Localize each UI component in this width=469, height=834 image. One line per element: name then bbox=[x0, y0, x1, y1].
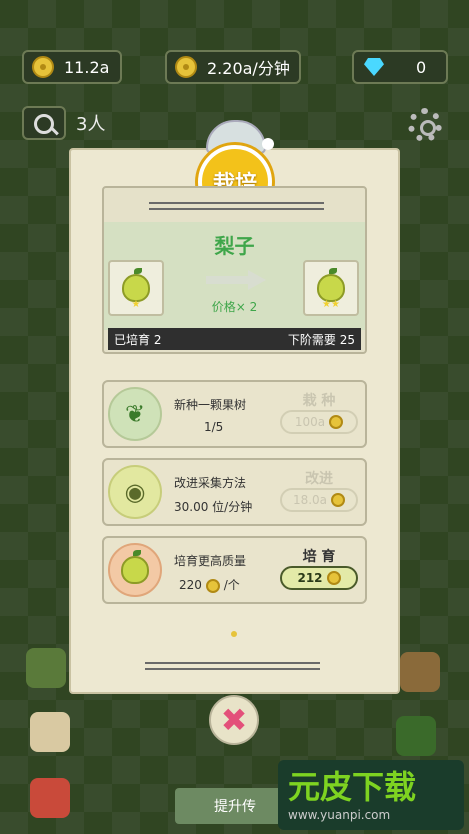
cultivate-quality-row: 培育更高质量 220 /个 培 育 212 bbox=[102, 536, 367, 604]
close-icon: ✖ bbox=[220, 701, 248, 739]
next-stage-need: 下阶需要 25 bbox=[287, 332, 355, 347]
coin-counter: 11.2a bbox=[22, 50, 122, 84]
sign-icon[interactable] bbox=[400, 652, 440, 692]
gear-icon[interactable] bbox=[408, 108, 442, 142]
quality-unit: /个 bbox=[223, 578, 240, 592]
coin-value: 11.2a bbox=[64, 57, 110, 77]
cultivate-action-label: 培 育 bbox=[302, 549, 336, 565]
shovel-icon[interactable] bbox=[30, 712, 70, 752]
row-sub: 220 /个 bbox=[179, 576, 240, 593]
watermark-url: www.yuanpi.com bbox=[288, 808, 391, 822]
coin-icon bbox=[326, 571, 341, 585]
improve-button[interactable]: 18.0a bbox=[280, 488, 358, 512]
cultivate-cost: 212 bbox=[297, 571, 323, 585]
plant-action-label: 栽 种 bbox=[302, 393, 336, 409]
coin-icon bbox=[329, 415, 344, 429]
coin-icon bbox=[32, 56, 54, 78]
row-sub: 1/5 bbox=[204, 420, 224, 434]
improve-cost: 18.0a bbox=[292, 493, 328, 507]
people-label: 3人 bbox=[76, 114, 106, 135]
plant-button[interactable]: 100a bbox=[280, 410, 358, 434]
improve-action-label: 改进 bbox=[305, 471, 333, 487]
tree-icon[interactable] bbox=[26, 648, 66, 688]
row-title: 改进采集方法 bbox=[174, 476, 247, 490]
row-title: 新种一颗果树 bbox=[174, 398, 247, 412]
watermark: 元皮下载 www.yuanpi.com bbox=[278, 760, 464, 830]
income-rate-value: 2.20a/分钟 bbox=[207, 59, 290, 78]
page-indicator-dot bbox=[231, 631, 237, 637]
pear-icon bbox=[121, 550, 149, 584]
cultivated-count: 已培育 2 bbox=[114, 332, 162, 347]
coin-icon bbox=[331, 493, 346, 507]
watermark-brand: 元皮下载 bbox=[288, 768, 417, 806]
gift-icon[interactable] bbox=[30, 778, 70, 818]
gem-value: 0 bbox=[416, 57, 427, 77]
plant-tree-row: ❦ 新种一颗果树 1/5 栽 种 100a bbox=[102, 380, 367, 448]
hourglass-coin-icon bbox=[175, 56, 197, 78]
row-title: 培育更高质量 bbox=[174, 554, 247, 568]
forest-icon[interactable] bbox=[396, 716, 436, 756]
improve-collect-row: ◉ 改进采集方法 30.00 位/分钟 改进 18.0a bbox=[102, 458, 367, 526]
diamond-icon bbox=[364, 58, 384, 76]
income-rate: 2.20a/分钟 bbox=[165, 50, 301, 84]
progress-bar: 已培育 2 下阶需要 25 bbox=[108, 328, 361, 350]
divider bbox=[149, 202, 324, 204]
cultivate-button[interactable]: 212 bbox=[280, 566, 358, 590]
divider bbox=[145, 668, 320, 670]
gem-counter: 0 bbox=[352, 50, 448, 84]
fruit-name: 梨子 bbox=[214, 234, 255, 258]
upgrade-button[interactable]: 提升传 bbox=[175, 788, 295, 824]
divider bbox=[149, 208, 324, 210]
magnifier-icon[interactable] bbox=[22, 106, 66, 140]
people-count[interactable]: 3人 bbox=[22, 106, 105, 140]
pear-quality-icon bbox=[108, 543, 162, 597]
divider bbox=[145, 662, 320, 664]
quality-value: 220 bbox=[179, 578, 202, 592]
plant-cost: 100a bbox=[294, 415, 326, 429]
upgrade-label: 提升传 bbox=[214, 799, 256, 815]
close-button[interactable]: ✖ bbox=[209, 695, 259, 745]
sprout-icon: ❦ bbox=[108, 387, 162, 441]
fruit-info-box: 梨子 ★ ★★ 价格× 2 已培育 2 下阶需要 25 bbox=[102, 186, 367, 354]
coin-icon bbox=[205, 578, 220, 593]
basket-icon: ◉ bbox=[108, 465, 162, 519]
price-multiplier: 价格× 2 bbox=[211, 300, 258, 314]
row-sub: 30.00 位/分钟 bbox=[174, 500, 253, 514]
